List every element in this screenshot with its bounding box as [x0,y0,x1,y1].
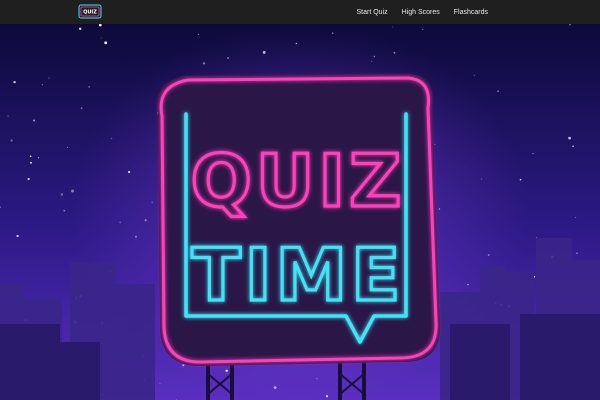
star [182,364,185,367]
star [422,28,424,31]
top-navbar: QUIZ Start Quiz High Scores Flashcards [0,0,600,24]
star [227,57,230,59]
nav-start-quiz[interactable]: Start Quiz [357,9,388,16]
hero-banner: QUIZ TIME [0,24,600,400]
star [273,386,277,389]
star [29,155,32,158]
star [438,208,441,210]
star [532,152,534,155]
star [104,41,108,45]
quiz-logo-icon[interactable]: QUIZ [78,2,102,22]
nav-high-scores[interactable]: High Scores [402,9,440,16]
star [392,26,394,28]
star [487,254,490,256]
star [151,201,153,203]
sign-text-quiz: QUIZ [191,139,406,223]
star [568,136,571,140]
star [467,283,469,286]
star [27,177,30,181]
star [80,107,83,110]
nav-flashcards[interactable]: Flashcards [454,9,488,16]
star [373,55,376,58]
star [473,74,475,76]
star [316,378,318,380]
star [134,235,138,238]
star [497,90,499,92]
svg-text:QUIZ: QUIZ [83,10,97,16]
star [572,145,574,148]
star [576,252,578,254]
star [63,209,66,212]
star [144,219,147,222]
star [71,189,74,193]
star [100,37,102,39]
star [127,170,131,174]
star [519,178,522,181]
star [262,50,266,54]
sign-text-time: TIME [192,233,405,317]
star [67,146,69,148]
neon-scene: QUIZ TIME [0,24,600,400]
star [202,62,206,65]
star [37,157,40,159]
star [197,33,199,35]
star [331,32,334,34]
star [325,395,329,398]
main-nav: Start Quiz High Scores Flashcards [357,0,489,24]
star [225,369,228,373]
star [481,178,483,180]
star [111,137,113,139]
star [48,77,50,79]
star [371,60,373,62]
star [88,86,90,88]
star [16,234,19,238]
star [575,216,577,218]
star [7,115,9,117]
star [393,51,396,54]
star [434,143,436,145]
star [159,383,161,385]
star [569,24,571,26]
star [41,84,43,86]
star [33,119,36,122]
star [60,193,64,196]
star [119,221,121,224]
star [30,161,32,164]
star [295,42,298,45]
star [10,139,13,142]
star [78,27,82,31]
star [13,80,16,84]
